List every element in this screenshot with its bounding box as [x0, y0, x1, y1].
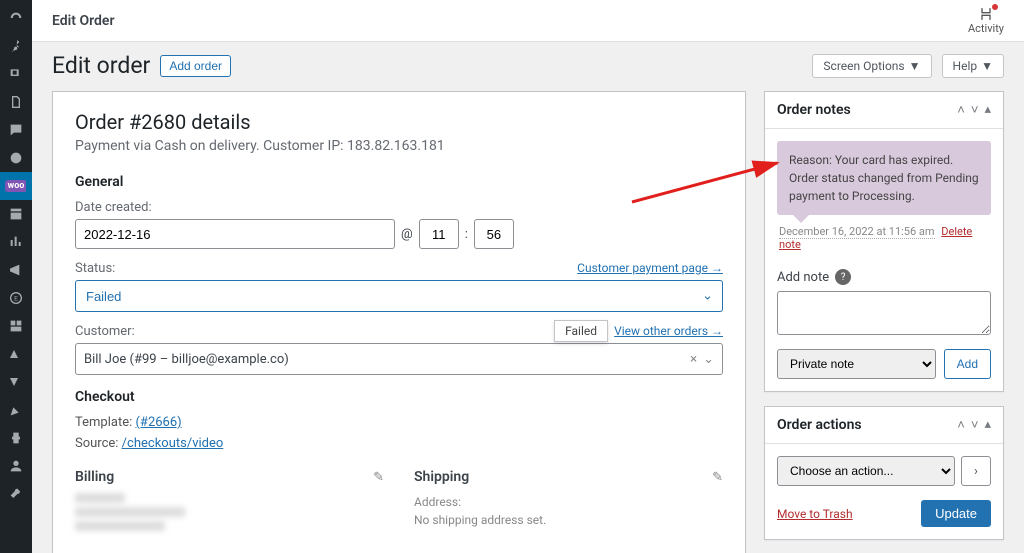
status-label: Status: Customer payment page → [75, 261, 723, 276]
nav-users-icon[interactable] [0, 452, 32, 480]
help-icon[interactable]: ? [835, 269, 851, 285]
move-up-icon[interactable]: ˄ [957, 417, 965, 433]
activity-button[interactable]: Activity [968, 6, 1004, 35]
nav-forms-icon[interactable] [0, 144, 32, 172]
move-down-icon[interactable]: ˅ [971, 102, 979, 118]
status-select[interactable]: Failed [75, 280, 723, 312]
order-details-box: Order #2680 details Payment via Cash on … [52, 91, 746, 553]
order-subtitle: Payment via Cash on delivery. Customer I… [75, 138, 723, 154]
screen-options-button[interactable]: Screen Options ▼ [812, 54, 931, 78]
order-notes-heading: Order notes [777, 102, 851, 118]
edit-shipping-icon[interactable]: ✎ [712, 470, 723, 485]
activity-notification-dot [992, 4, 998, 10]
customer-payment-link[interactable]: Customer payment page → [577, 261, 723, 275]
wc-admin-header: Edit Order Activity [32, 0, 1024, 42]
add-order-button[interactable]: Add order [160, 55, 231, 77]
order-actions-heading: Order actions [777, 417, 862, 433]
add-note-button[interactable]: Add [944, 349, 991, 379]
add-note-label: Add note ? [777, 269, 991, 285]
nav-woocommerce-icon[interactable]: woo [0, 172, 32, 200]
nav-pages-icon[interactable] [0, 88, 32, 116]
update-button[interactable]: Update [921, 500, 991, 527]
move-up-icon[interactable]: ˄ [957, 102, 965, 118]
edit-billing-icon[interactable]: ✎ [373, 470, 384, 485]
clear-customer-icon[interactable]: × [684, 352, 703, 367]
date-created-label: Date created: [75, 200, 723, 215]
shipping-address-empty: No shipping address set. [414, 511, 723, 529]
nav-products-icon[interactable] [0, 200, 32, 228]
general-heading: General [75, 174, 723, 190]
order-title: Order #2680 details [75, 110, 723, 134]
nav-wpfunnels-icon[interactable] [0, 340, 32, 368]
nav-tools-icon[interactable] [0, 480, 32, 508]
apply-action-button[interactable]: › [961, 456, 991, 486]
template-link[interactable]: (#2666) [135, 415, 181, 430]
move-to-trash-link[interactable]: Move to Trash [777, 507, 853, 521]
customer-label: Customer: Profile → View other orders → [75, 324, 723, 339]
shipping-address-label: Address: [414, 493, 723, 511]
minute-input[interactable] [474, 219, 514, 249]
order-notes-box: Order notes ˄ ˅ ▴ Reason: Your card has … [764, 91, 1004, 392]
status-tooltip: Failed [554, 320, 608, 342]
help-button[interactable]: Help ▼ [942, 54, 1004, 78]
nav-pin-icon[interactable] [0, 32, 32, 60]
billing-heading: Billing [75, 469, 114, 485]
nav-comments-icon[interactable] [0, 116, 32, 144]
nav-analytics-icon[interactable] [0, 228, 32, 256]
source-link[interactable]: /checkouts/video [122, 436, 224, 451]
nav-wpfunnels2-icon[interactable] [0, 368, 32, 396]
shipping-heading: Shipping [414, 469, 469, 485]
nav-templates-icon[interactable] [0, 312, 32, 340]
add-note-textarea[interactable] [777, 291, 991, 335]
svg-text:E: E [14, 295, 18, 303]
order-actions-box: Order actions ˄ ˅ ▴ Choose an action... [764, 406, 1004, 540]
chevron-down-icon: ▼ [909, 59, 921, 73]
order-note-item: Reason: Your card has expired. Order sta… [777, 141, 991, 215]
order-action-select[interactable]: Choose an action... [777, 456, 955, 486]
note-type-select[interactable]: Private note [777, 349, 936, 379]
nav-appearance-icon[interactable] [0, 396, 32, 424]
nav-elementor-icon[interactable]: E [0, 284, 32, 312]
view-other-orders-link[interactable]: View other orders → [614, 324, 723, 338]
page-title: Edit order [52, 52, 150, 79]
customer-select[interactable]: Bill Joe (#99 – billjoe@example.co) × ⌄ [75, 343, 723, 375]
nav-dashboard-icon[interactable] [0, 4, 32, 32]
header-title: Edit Order [52, 13, 114, 29]
billing-address-redacted [75, 493, 384, 531]
toggle-panel-icon[interactable]: ▴ [984, 102, 991, 118]
order-note-meta: December 16, 2022 at 11:56 am Delete not… [777, 225, 991, 251]
nav-media-icon[interactable] [0, 60, 32, 88]
checkout-heading: Checkout [75, 389, 723, 405]
admin-sidebar: woo E [0, 0, 32, 553]
chevron-down-icon: ▼ [981, 59, 993, 73]
chevron-down-icon: ⌄ [703, 352, 714, 367]
move-down-icon[interactable]: ˅ [971, 417, 979, 433]
hour-input[interactable] [419, 219, 459, 249]
toggle-panel-icon[interactable]: ▴ [984, 417, 991, 433]
date-created-input[interactable] [75, 219, 395, 249]
nav-plugins-icon[interactable] [0, 424, 32, 452]
nav-marketing-icon[interactable] [0, 256, 32, 284]
